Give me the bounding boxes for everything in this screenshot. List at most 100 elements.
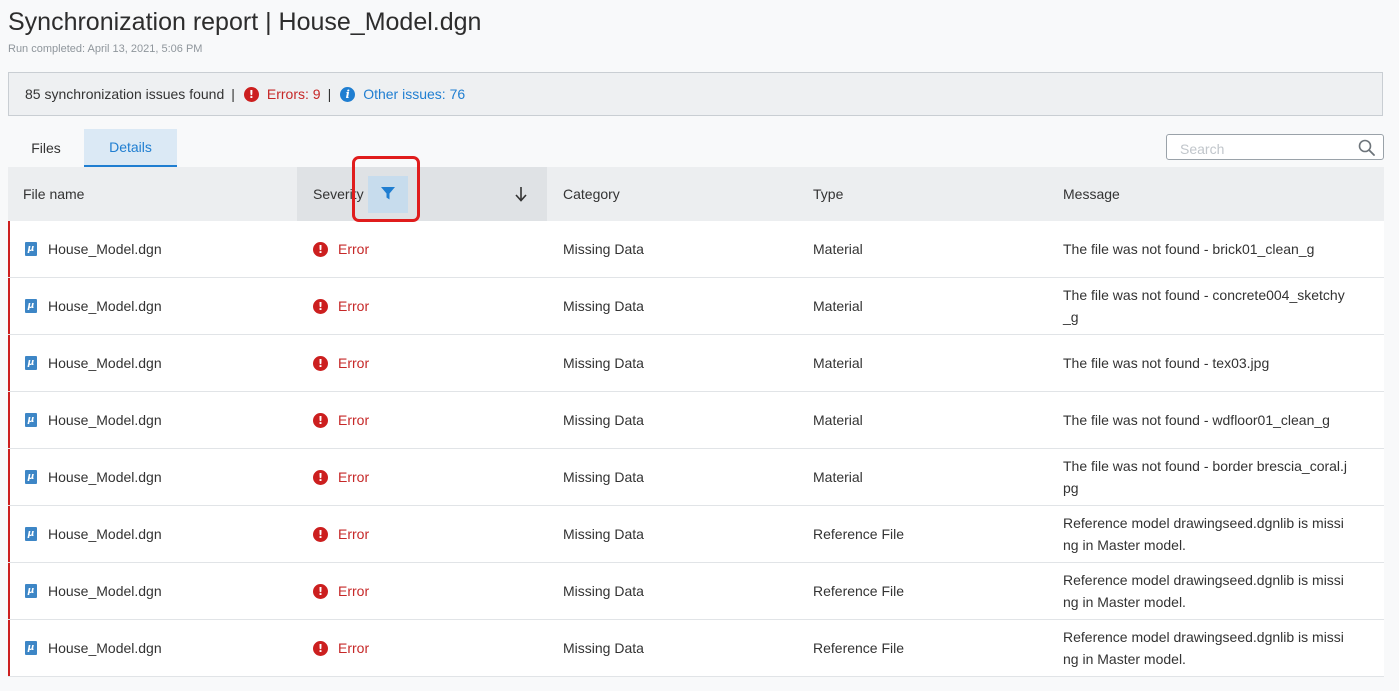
table-row[interactable]: μ House_Model.dgn! Error Missing Data Materi… [8, 449, 1384, 506]
cell-message: The file was not found - wdfloor01_clean… [1063, 412, 1330, 428]
severity-text: Error [338, 355, 370, 371]
cell-category: Missing Data [563, 355, 644, 371]
issues-summary-bar: 85 synchronization issues found | ! Erro… [8, 72, 1383, 116]
cell-message: The file was not found - concrete004_ske… [1063, 287, 1345, 325]
column-header-message[interactable]: Message [1047, 167, 1384, 221]
cell-category: Missing Data [563, 640, 644, 656]
cell-message: The file was not found - brick01_clean_g [1063, 241, 1315, 257]
cell-category: Missing Data [563, 241, 644, 257]
errors-count: Errors: 9 [266, 86, 321, 102]
search-input[interactable] [1178, 139, 1352, 158]
file-name-text: House_Model.dgn [48, 469, 162, 485]
dgn-file-icon: μ [25, 356, 37, 370]
severity-badge: ! Error [313, 241, 369, 257]
table-row[interactable]: μ House_Model.dgn! Error Missing Data Refere… [8, 563, 1384, 620]
column-header-type[interactable]: Type [797, 167, 1047, 221]
other-issues-filter-link[interactable]: i Other issues: 76 [340, 86, 465, 102]
error-circle-icon: ! [313, 412, 328, 428]
cell-severity: ! Error [297, 221, 547, 277]
cell-type: Material [813, 241, 863, 257]
cell-type: Reference File [813, 583, 905, 599]
severity-text: Error [338, 241, 370, 257]
cell-type: Material [813, 298, 863, 314]
error-circle-icon: ! [313, 469, 328, 485]
severity-badge: ! Error [313, 355, 369, 371]
severity-text: Error [338, 640, 370, 656]
cell-file-name: μ House_Model.dgn [8, 620, 297, 676]
column-header-label: Category [563, 186, 620, 202]
dgn-file-icon: μ [25, 299, 37, 313]
cell-category: Missing Data [563, 469, 644, 485]
column-header-label: File name [23, 186, 85, 202]
table-row[interactable]: μ House_Model.dgn! Error Missing Data Materi… [8, 392, 1384, 449]
severity-filter-button[interactable] [368, 176, 408, 213]
file-name-text: House_Model.dgn [48, 241, 162, 257]
errors-filter-link[interactable]: ! Errors: 9 [243, 86, 321, 102]
error-circle-icon: ! [313, 298, 328, 314]
cell-message: The file was not found - border brescia_… [1063, 458, 1348, 496]
table-row[interactable]: μ House_Model.dgn! Error Missing Data Materi… [8, 335, 1384, 392]
severity-text: Error [338, 412, 370, 428]
severity-badge: ! Error [313, 469, 369, 485]
cell-type: Reference File [813, 640, 905, 656]
severity-text: Error [338, 583, 370, 599]
search-icon[interactable] [1358, 139, 1375, 161]
table-row[interactable]: μ House_Model.dgn! Error Missing Data Refere… [8, 506, 1384, 563]
table-row[interactable]: μ House_Model.dgn! Error Missing Data Materi… [8, 278, 1384, 335]
total-issues-count: 85 synchronization issues found [25, 86, 225, 102]
column-header-file-name[interactable]: File name [8, 167, 297, 221]
dgn-file-icon: μ [25, 470, 37, 484]
severity-badge: ! Error [313, 583, 369, 599]
summary-separator: | [327, 86, 332, 102]
cell-file-name: μ House_Model.dgn [8, 278, 297, 334]
cell-category: Missing Data [563, 526, 644, 542]
tab-details[interactable]: Details [84, 129, 177, 167]
cell-severity: ! Error [297, 278, 547, 334]
severity-badge: ! Error [313, 412, 369, 428]
tab-files[interactable]: Files [8, 129, 84, 167]
cell-type: Reference File [813, 526, 905, 542]
cell-category: Missing Data [563, 412, 644, 428]
file-name-text: House_Model.dgn [48, 355, 162, 371]
column-header-label: Message [1063, 186, 1120, 202]
dgn-file-icon: μ [25, 413, 37, 427]
cell-file-name: μ House_Model.dgn [8, 221, 297, 277]
table-row[interactable]: μ House_Model.dgn! Error Missing Data Materi… [8, 221, 1384, 278]
error-circle-icon: ! [243, 86, 259, 102]
error-circle-icon: ! [313, 583, 328, 599]
severity-text: Error [338, 526, 370, 542]
column-header-severity[interactable]: Severity [297, 167, 547, 221]
cell-severity: ! Error [297, 335, 547, 391]
file-name-text: House_Model.dgn [48, 526, 162, 542]
severity-badge: ! Error [313, 640, 369, 656]
arrow-down-icon[interactable] [514, 186, 528, 205]
severity-badge: ! Error [313, 298, 369, 314]
cell-file-name: μ House_Model.dgn [8, 335, 297, 391]
cell-severity: ! Error [297, 563, 547, 619]
cell-severity: ! Error [297, 449, 547, 505]
cell-severity: ! Error [297, 620, 547, 676]
error-circle-icon: ! [313, 526, 328, 542]
table-row[interactable]: μ House_Model.dgn ! Error Missing Data Refere… [8, 620, 1384, 677]
cell-file-name: μ House_Model.dgn [8, 563, 297, 619]
cell-message: Reference model drawingseed.dgnlib is mi… [1063, 515, 1344, 553]
error-circle-icon: ! [313, 241, 328, 257]
cell-type: Material [813, 412, 863, 428]
severity-badge: ! Error [313, 526, 369, 542]
cell-message: Reference model drawingseed.dgnlib is mi… [1063, 629, 1344, 667]
error-circle-icon: ! [313, 355, 328, 371]
cell-type: Material [813, 469, 863, 485]
column-header-label: Severity [313, 186, 364, 202]
cell-type: Material [813, 355, 863, 371]
table-header: File name Severity Category Type Message [8, 167, 1384, 221]
column-header-category[interactable]: Category [547, 167, 797, 221]
other-issues-count: Other issues: 76 [363, 86, 466, 102]
cell-severity: ! Error [297, 392, 547, 448]
severity-text: Error [338, 469, 370, 485]
column-header-label: Type [813, 186, 844, 202]
dgn-file-icon: μ [25, 641, 37, 655]
report-tabs: Files Details [8, 129, 177, 167]
cell-file-name: μ House_Model.dgn [8, 449, 297, 505]
table-body: μ House_Model.dgn! Error Missing Data Materi… [8, 221, 1384, 677]
summary-separator: | [231, 86, 235, 102]
